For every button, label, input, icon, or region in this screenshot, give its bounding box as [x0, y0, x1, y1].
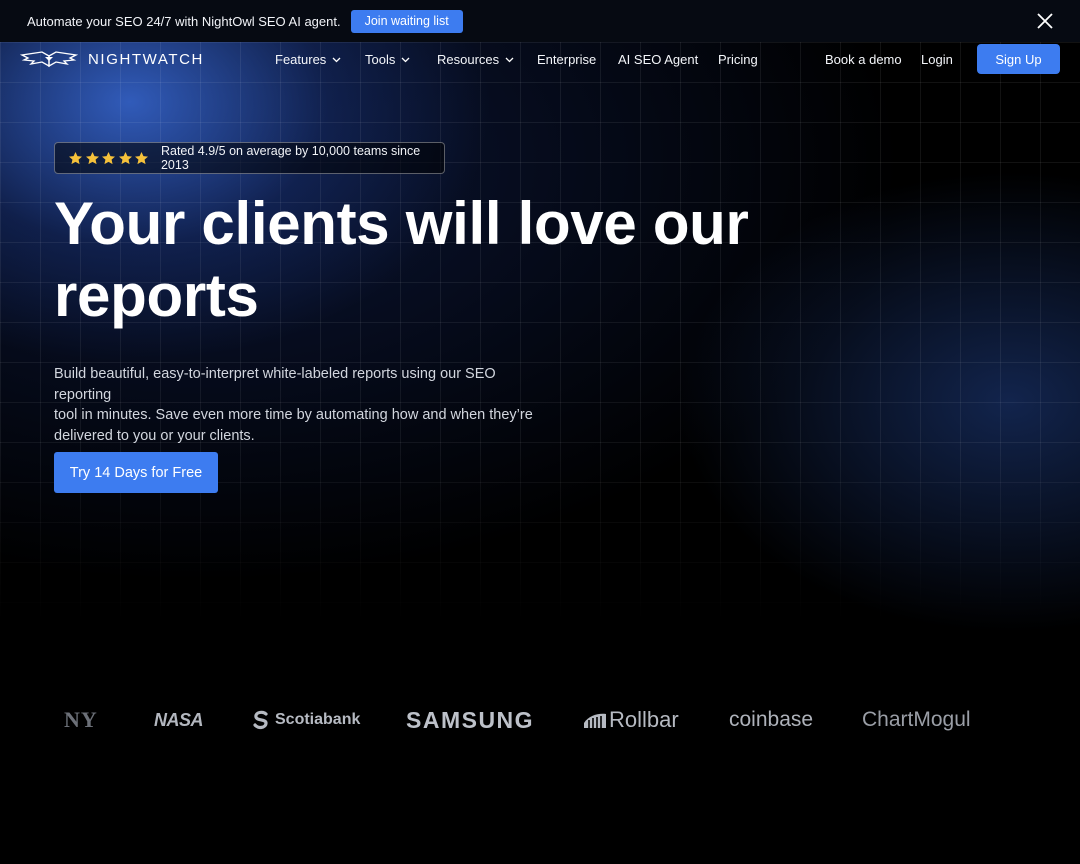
- rating-badge: Rated 4.9/5 on average by 10,000 teams s…: [54, 142, 445, 174]
- rollbar-bars-icon: [584, 713, 606, 728]
- scotiabank-wordmark: Scotiabank: [275, 711, 361, 728]
- nav-item-resources[interactable]: Resources: [437, 52, 514, 67]
- nav-item-tools[interactable]: Tools: [365, 52, 410, 67]
- announcement-bar: Automate your SEO 24/7 with NightOwl SEO…: [0, 0, 1080, 42]
- chartmogul-logo: ChartMogul: [862, 708, 971, 731]
- hero-description-line-1: Build beautiful, easy-to-interpret white…: [54, 366, 496, 403]
- rating-text: Rated 4.9/5 on average by 10,000 teams s…: [160, 144, 421, 172]
- main-navigation: NIGHTWATCH Features Tools Resources Ente…: [0, 42, 1080, 76]
- star-icon: [102, 151, 116, 164]
- star-icon: [85, 151, 99, 164]
- nasa-logo: NASA: [154, 709, 204, 730]
- nightwatch-logo[interactable]: NIGHTWATCH: [20, 50, 204, 68]
- hero-grid-pattern: [0, 42, 1080, 622]
- nav-item-pricing[interactable]: Pricing: [718, 52, 758, 67]
- scotiabank-logo: Scotiabank: [251, 700, 360, 740]
- nav-item-label: Enterprise: [537, 52, 597, 67]
- page-title-line-2: reports: [54, 262, 259, 329]
- login-link[interactable]: Login: [921, 52, 953, 67]
- scotiabank-s-icon: [253, 710, 268, 730]
- rollbar-logo: Rollbar: [583, 700, 679, 740]
- star-icon: [135, 151, 149, 164]
- nav-item-label: Resources: [437, 52, 500, 67]
- page-title: Your clients will love our reports: [54, 188, 754, 332]
- nav-item-label: Pricing: [718, 52, 758, 67]
- free-trial-button[interactable]: Try 14 Days for Free: [54, 452, 218, 493]
- rollbar-wordmark: Rollbar: [609, 707, 679, 732]
- owl-wings-icon: [20, 51, 78, 68]
- coinbase-logo: coinbase: [729, 708, 814, 731]
- announcement-text: Automate your SEO 24/7 with NightOwl SEO…: [27, 13, 341, 29]
- sign-up-button[interactable]: Sign Up: [977, 44, 1060, 74]
- close-icon[interactable]: [1036, 12, 1054, 30]
- star-rating: [68, 151, 151, 166]
- nav-item-label: Features: [275, 52, 327, 67]
- nav-item-enterprise[interactable]: Enterprise: [537, 52, 596, 67]
- samsung-logo: SAMSUNG: [406, 706, 535, 733]
- star-icon: [69, 151, 82, 164]
- page-title-line-1: Your clients will love our: [54, 190, 749, 257]
- join-waiting-list-button[interactable]: Join waiting list: [350, 9, 463, 33]
- logo-text: NIGHTWATCH: [88, 50, 204, 68]
- landing-page: Automate your SEO 24/7 with NightOwl SEO…: [0, 0, 1080, 864]
- chevron-down-icon: [401, 57, 410, 62]
- ny-logo: NY: [64, 707, 98, 732]
- client-logo-strip: NY NASA Scotiabank SAMSUNG Rollbar coinb…: [0, 700, 1080, 740]
- nav-item-ai-seo-agent[interactable]: AI SEO Agent: [618, 52, 698, 67]
- hero-description-line-2: tool in minutes. Save even more time by …: [54, 407, 533, 423]
- nav-item-features[interactable]: Features: [275, 52, 341, 67]
- book-demo-link[interactable]: Book a demo: [825, 52, 902, 67]
- chevron-down-icon: [505, 57, 514, 62]
- hero-description: Build beautiful, easy-to-interpret white…: [54, 364, 534, 446]
- star-icon: [118, 151, 132, 164]
- chevron-down-icon: [332, 57, 341, 62]
- hero-description-line-3: delivered to you or your clients.: [54, 427, 255, 444]
- nav-item-label: AI SEO Agent: [618, 52, 699, 67]
- nav-item-label: Tools: [365, 52, 396, 67]
